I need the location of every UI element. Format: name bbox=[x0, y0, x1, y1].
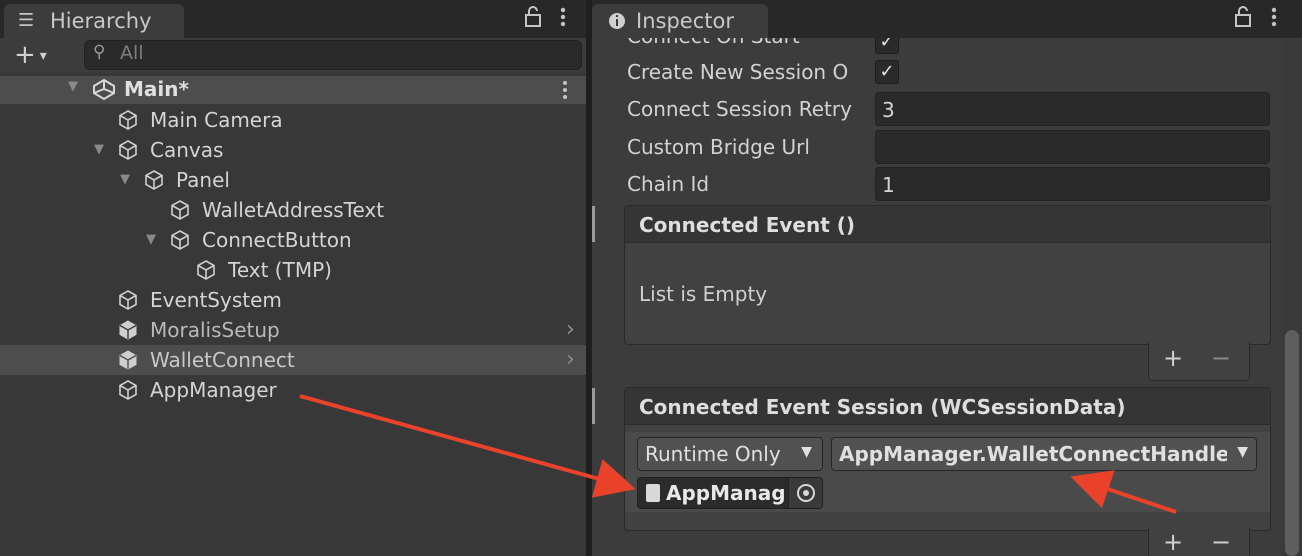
arrow-to-function-dropdown bbox=[1070, 470, 1177, 514]
annotation-arrows bbox=[299, 394, 1177, 514]
arrow-to-object-field bbox=[299, 394, 636, 498]
